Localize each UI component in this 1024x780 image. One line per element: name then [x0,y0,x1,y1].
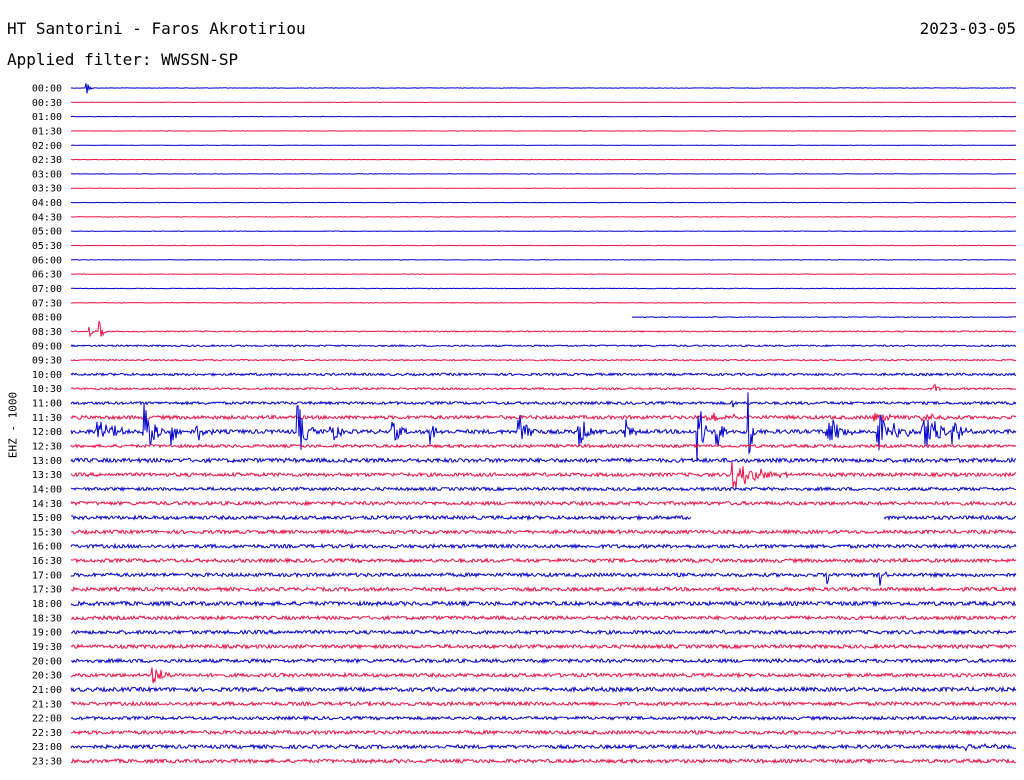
row-label-1630: 16:30 [32,556,62,567]
trace-row-0830 [70,320,1017,338]
trace-row-1900 [71,628,1017,636]
trace-row-2300 [70,742,1017,752]
row-label-1400: 14:00 [32,484,62,495]
trace-row-1700 [70,571,1017,586]
trace-row-1630 [70,557,1017,565]
trace-row-1400 [70,485,1017,492]
trace-row-1800 [70,599,1017,608]
row-label-0930: 09:30 [32,356,62,367]
trace-row-1330 [70,460,1016,489]
trace-row-1930 [70,643,1017,650]
trace-row-0930 [70,358,1017,362]
trace-row-1830 [70,614,1017,622]
row-label-0300: 03:00 [32,169,62,180]
row-label-0200: 02:00 [32,141,62,152]
row-label-1300: 13:00 [32,456,62,467]
row-labels: 00:00 00:30 01:00 01:30 02:00 02:30 03:00 03:30… [32,84,62,768]
row-label-1000: 10:00 [32,370,62,381]
row-label-1200: 12:00 [32,427,62,438]
trace-row-0430 [70,216,1017,218]
trace-row-2200 [70,714,1017,722]
row-label-2300: 23:00 [32,742,62,753]
trace-row-0600 [70,259,1017,261]
row-label-1600: 16:00 [32,542,62,553]
trace-row-1100 [70,399,1017,408]
trace-row-0530 [71,244,1017,247]
trace-row-1600 [70,542,1017,550]
trace-row-1000 [70,372,1017,377]
trace-row-1300 [70,456,1017,465]
trace-row-0700 [70,287,1017,290]
row-label-2330: 23:30 [32,757,62,768]
row-label-0100: 01:00 [32,112,62,123]
row-label-0600: 06:00 [32,255,62,266]
row-label-1030: 10:30 [32,384,62,395]
trace-row-1230 [70,443,1017,450]
row-label-2100: 21:00 [32,685,62,696]
row-label-0800: 08:00 [32,313,62,324]
row-label-1530: 15:30 [32,527,62,538]
trace-row-0730 [70,301,1016,304]
row-label-1500: 15:00 [32,513,62,524]
row-label-0500: 05:00 [32,227,62,238]
row-label-2030: 20:30 [32,671,62,682]
trace-rows [70,83,1017,765]
row-label-0400: 04:00 [32,198,62,209]
row-label-2000: 20:00 [32,656,62,667]
row-label-1230: 12:30 [32,442,62,453]
row-label-1100: 11:00 [32,399,62,410]
trace-row-2330 [70,757,1017,765]
row-label-0430: 04:30 [32,212,62,223]
row-label-0700: 07:00 [32,284,62,295]
row-label-0900: 09:00 [32,341,62,352]
trace-row-2000 [70,657,1017,665]
trace-row-0800 [631,316,1017,319]
row-label-0830: 08:30 [32,327,62,338]
row-label-1430: 14:30 [32,499,62,510]
trace-row-1130 [70,412,1017,423]
row-label-2230: 22:30 [32,728,62,739]
row-label-0330: 03:30 [32,184,62,195]
trace-row-1530 [71,528,1017,536]
trace-row-2230 [70,728,1017,736]
row-label-1800: 18:00 [32,599,62,610]
trace-row-0000 [70,83,1017,94]
row-label-1900: 19:00 [32,628,62,639]
row-label-1830: 18:30 [32,613,62,624]
row-label-0130: 01:30 [32,126,62,137]
row-label-0230: 02:30 [32,155,62,166]
trace-row-0900 [70,344,1017,348]
row-label-0030: 00:30 [32,98,62,109]
trace-row-1730 [70,585,1017,593]
row-label-0530: 05:30 [32,241,62,252]
row-label-2200: 22:00 [32,714,62,725]
row-label-1730: 17:30 [32,585,62,596]
row-label-1700: 17:00 [32,570,62,581]
row-label-2130: 21:30 [32,699,62,710]
trace-row-1500 [71,514,1017,522]
trace-row-0630 [70,273,1017,275]
row-label-0630: 06:30 [32,270,62,281]
trace-row-2130 [70,700,1017,708]
row-label-1930: 19:30 [32,642,62,653]
trace-row-2030 [70,667,1017,684]
row-label-1130: 11:30 [32,413,62,424]
row-label-0730: 07:30 [32,298,62,309]
trace-row-2100 [70,685,1017,694]
helicorder-plot: 00:00 00:30 01:00 01:30 02:00 02:30 03:00 03:30… [32,83,1017,768]
row-label-1330: 13:30 [32,470,62,481]
trace-row-1030 [70,383,1017,392]
trace-row-1430 [70,499,1017,507]
row-label-0000: 00:00 [32,84,62,95]
